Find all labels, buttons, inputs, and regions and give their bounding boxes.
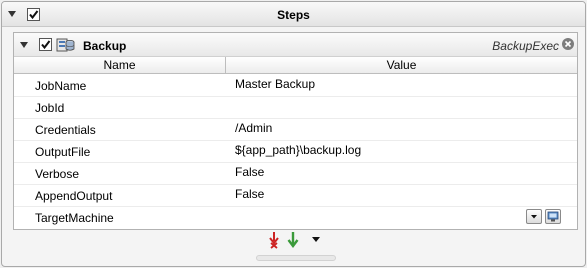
property-name: Verbose: [35, 167, 80, 181]
network-computer-icon: [547, 211, 559, 222]
step-title: Backup: [83, 39, 127, 53]
backup-exec-icon: [56, 38, 75, 52]
property-value[interactable]: /Admin: [235, 121, 272, 135]
property-name: TargetMachine: [35, 211, 114, 225]
property-name: JobId: [35, 101, 65, 115]
property-name: Credentials: [35, 123, 96, 137]
step-type-label: BackupExec: [492, 39, 559, 53]
property-row[interactable]: Credentials /Admin: [14, 119, 577, 141]
column-header-value[interactable]: Value: [226, 57, 577, 74]
property-value[interactable]: False: [235, 187, 264, 201]
step-header: Backup BackupExec: [14, 33, 577, 57]
collapse-step-icon[interactable]: [20, 42, 28, 48]
steps-panel: Steps Backup BackupExec Name Value JobNa…: [1, 1, 586, 267]
property-value[interactable]: False: [235, 165, 264, 179]
step-card: Backup BackupExec Name Value JobName Mas…: [13, 32, 578, 230]
steps-title: Steps: [277, 8, 310, 22]
property-row[interactable]: JobId: [14, 97, 577, 119]
remove-step-icon[interactable]: [268, 231, 280, 249]
add-step-icon[interactable]: [287, 231, 299, 249]
property-row[interactable]: Verbose False: [14, 163, 577, 185]
property-row[interactable]: TargetMachine: [14, 207, 577, 229]
properties-grid-header: Name Value: [14, 57, 577, 74]
horizontal-scrollbar[interactable]: [256, 255, 336, 261]
property-name: JobName: [35, 79, 87, 93]
steps-header: Steps: [2, 2, 585, 27]
property-row[interactable]: AppendOutput False: [14, 185, 577, 207]
property-name: AppendOutput: [35, 189, 113, 203]
target-machine-dropdown-button[interactable]: [526, 209, 542, 224]
close-step-icon[interactable]: [562, 38, 574, 50]
property-name: OutputFile: [35, 145, 91, 159]
column-header-name[interactable]: Name: [14, 57, 226, 74]
dropdown-arrow-icon: [531, 215, 537, 219]
property-value[interactable]: ${app_path}\backup.log: [235, 143, 361, 157]
property-row[interactable]: OutputFile ${app_path}\backup.log: [14, 141, 577, 163]
target-machine-browse-button[interactable]: [545, 209, 561, 224]
property-value[interactable]: Master Backup: [235, 77, 315, 91]
checkmark-icon: [41, 40, 51, 50]
step-enabled-checkbox[interactable]: [39, 38, 52, 51]
dropdown-arrow-icon[interactable]: [312, 237, 320, 243]
property-row[interactable]: JobName Master Backup: [14, 75, 577, 97]
